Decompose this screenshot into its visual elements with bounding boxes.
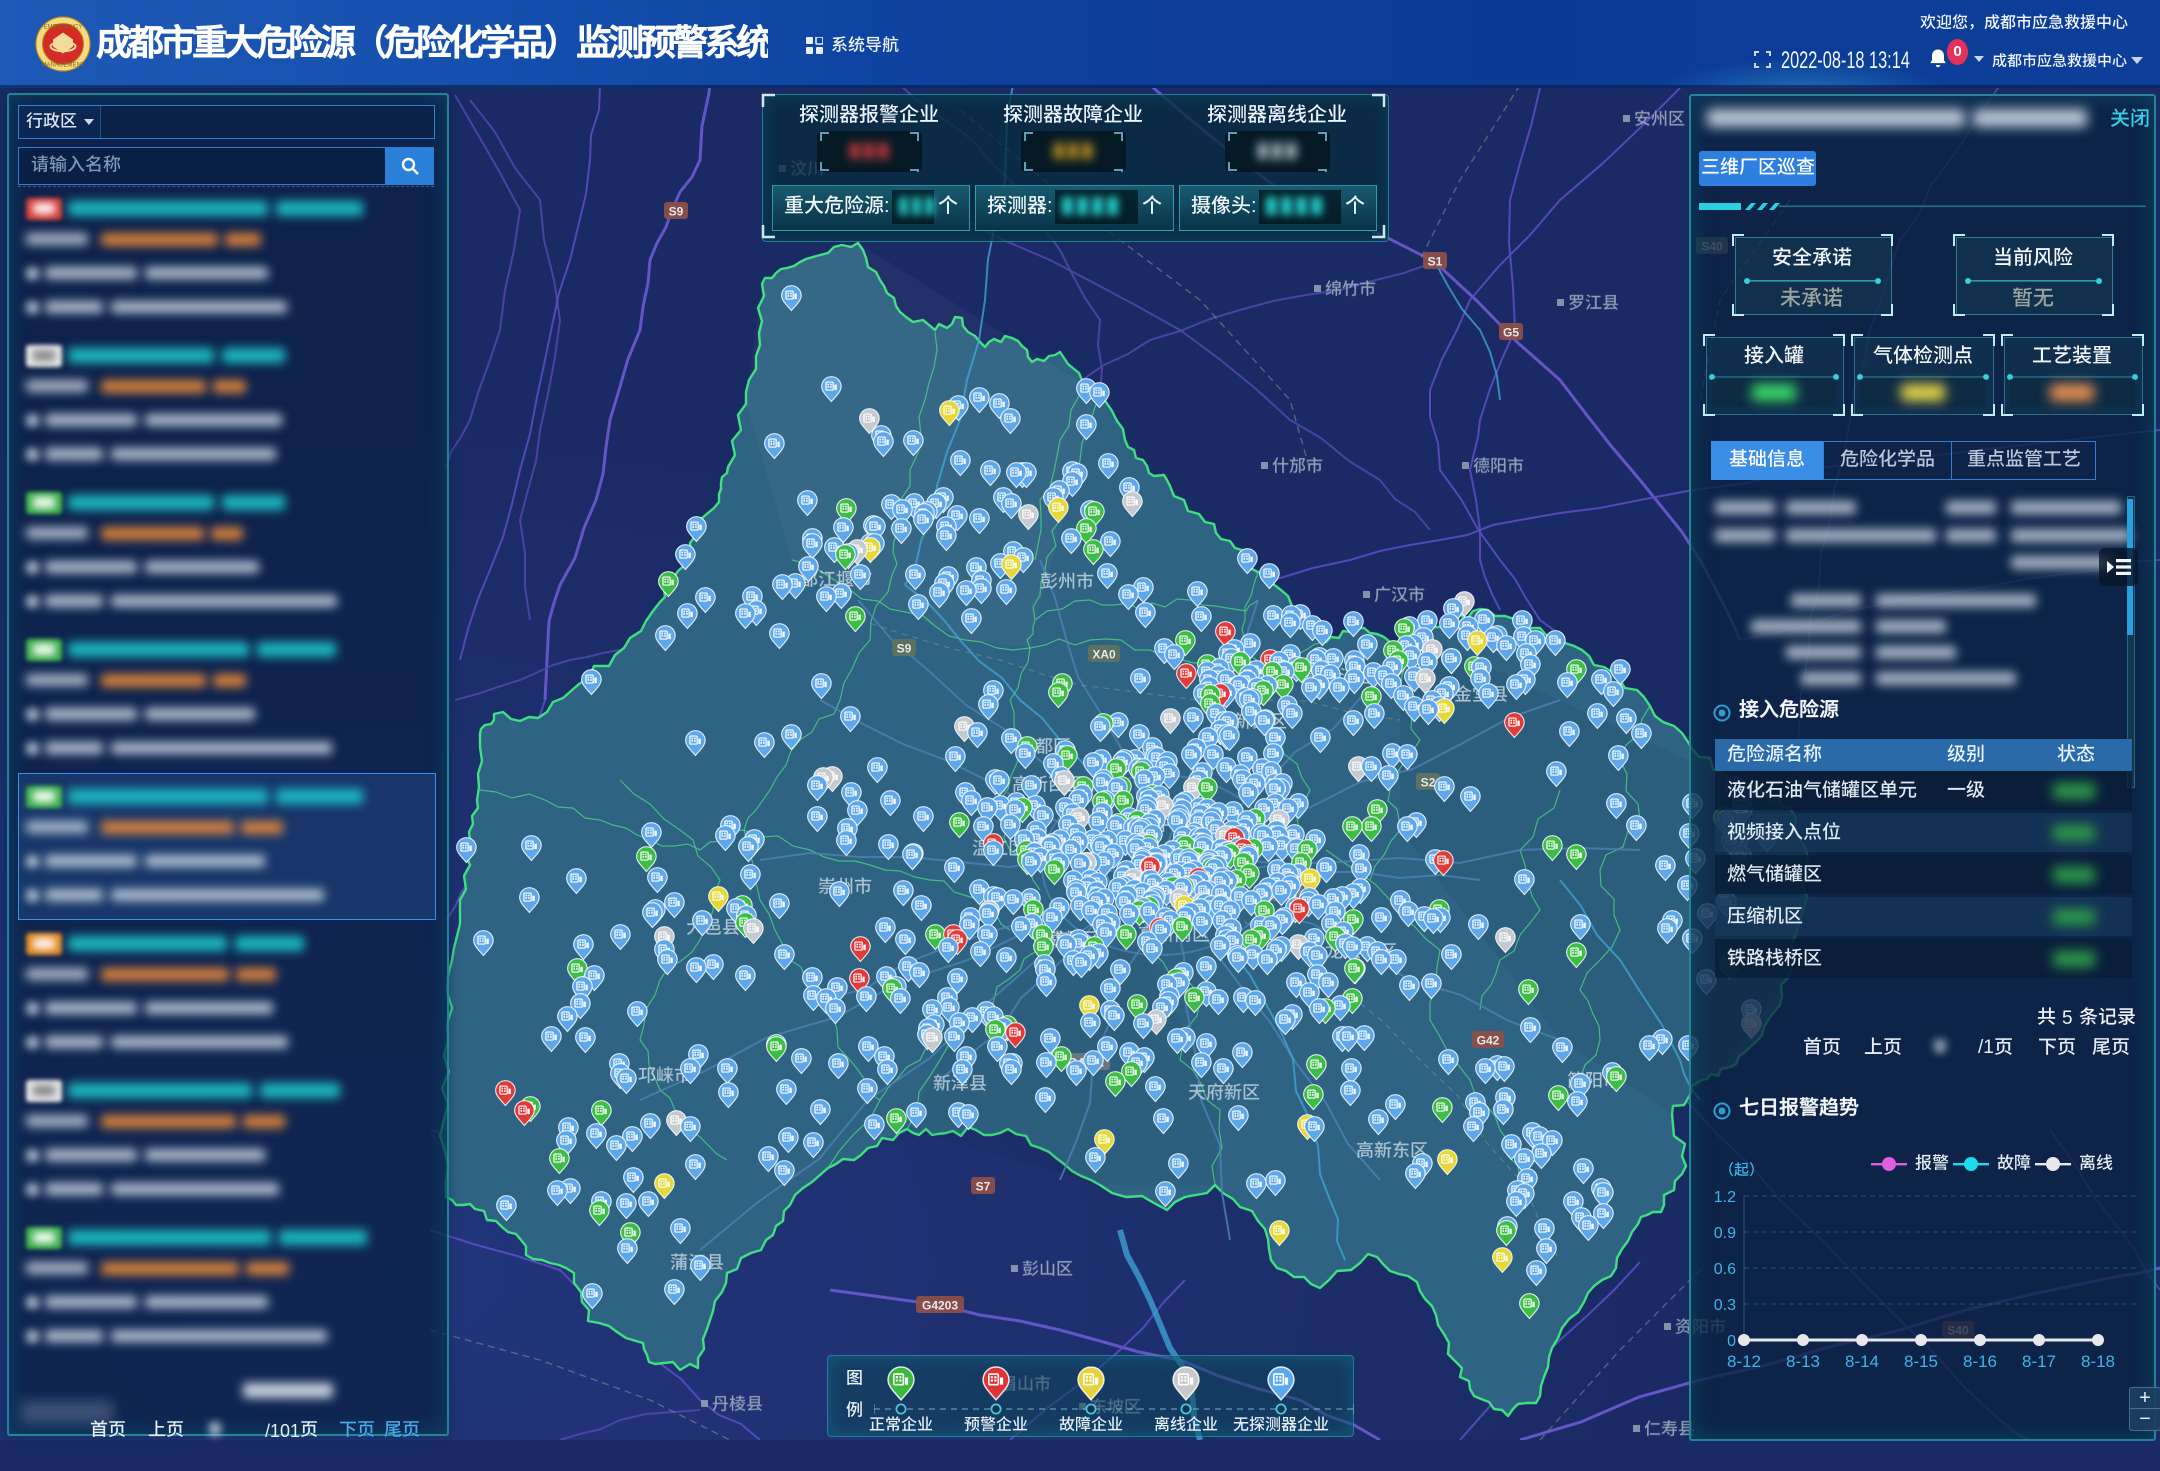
svg-text:8-15: 8-15 xyxy=(1904,1352,1938,1371)
svg-text:0.3: 0.3 xyxy=(1714,1297,1736,1314)
svg-text:S9: S9 xyxy=(669,205,684,219)
svg-text:XA0: XA0 xyxy=(1092,648,1116,662)
svg-text:G4203: G4203 xyxy=(922,1299,958,1313)
svg-text:MANAGEMENT: MANAGEMENT xyxy=(41,63,84,69)
svg-text:G42: G42 xyxy=(1477,1034,1500,1048)
svg-text:0.6: 0.6 xyxy=(1714,1261,1736,1278)
svg-text:8-16: 8-16 xyxy=(1963,1352,1997,1371)
svg-text:8-13: 8-13 xyxy=(1786,1352,1820,1371)
svg-text:8-12: 8-12 xyxy=(1727,1352,1761,1371)
svg-text:1.2: 1.2 xyxy=(1714,1189,1736,1206)
svg-text:8-17: 8-17 xyxy=(2022,1352,2056,1371)
svg-text:G5: G5 xyxy=(1503,326,1519,340)
svg-text:S9: S9 xyxy=(897,642,912,656)
svg-text:0.9: 0.9 xyxy=(1714,1225,1736,1242)
svg-text:8-14: 8-14 xyxy=(1845,1352,1879,1371)
svg-text:S1: S1 xyxy=(1428,255,1443,269)
svg-text:8-18: 8-18 xyxy=(2081,1352,2115,1371)
svg-text:0: 0 xyxy=(1727,1333,1736,1350)
svg-text:EMERGENCY: EMERGENCY xyxy=(44,24,83,30)
svg-text:S7: S7 xyxy=(976,1180,991,1194)
svg-text:S2: S2 xyxy=(1421,776,1436,790)
